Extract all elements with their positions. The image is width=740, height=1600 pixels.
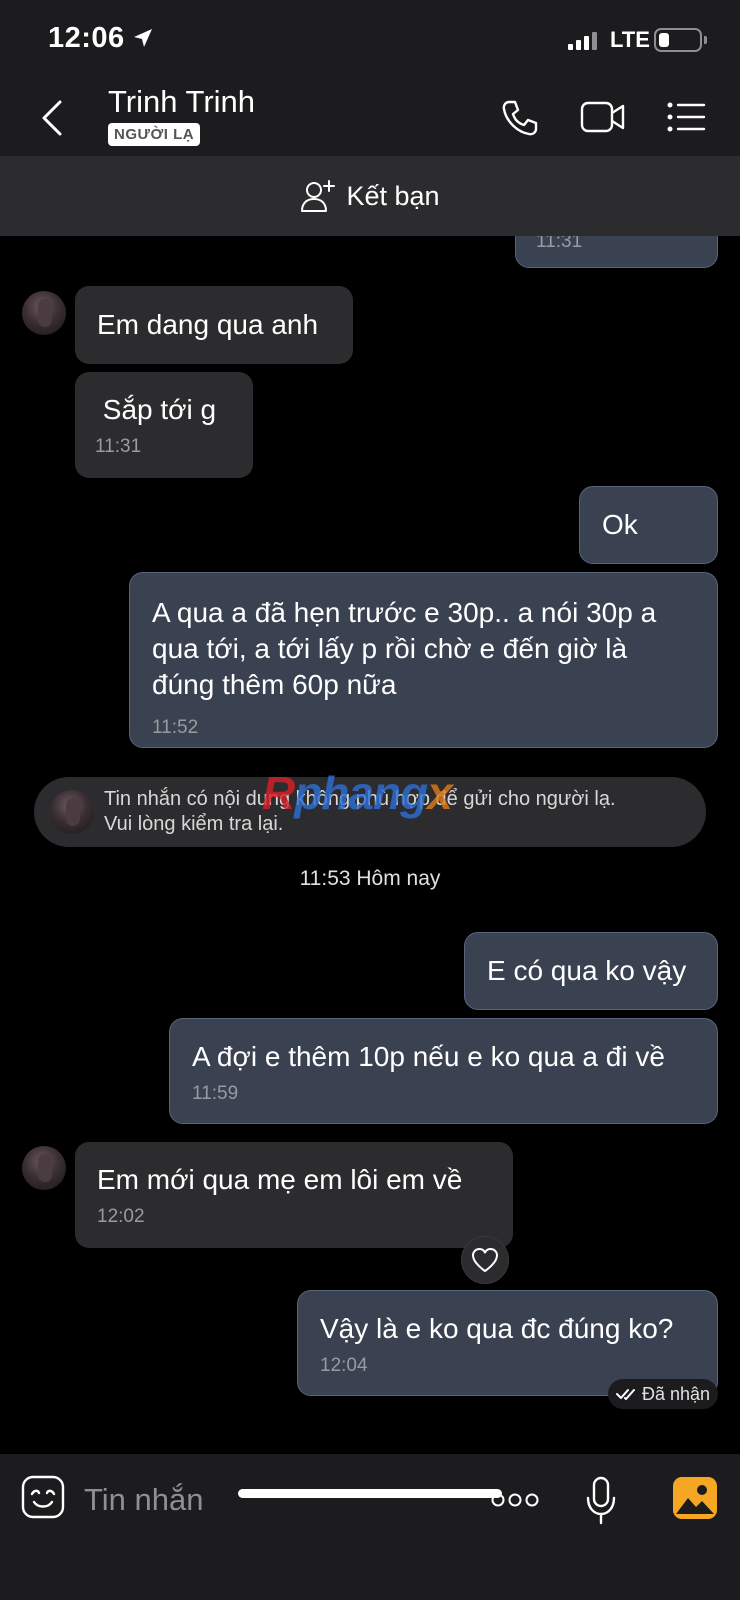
network-label: LTE (610, 27, 650, 52)
message-text: Sắp tới g (95, 394, 217, 425)
avatar (50, 790, 94, 834)
message-bubble[interactable]: Ok (579, 486, 718, 564)
back-icon[interactable] (38, 98, 66, 138)
react-heart-button[interactable] (461, 1236, 509, 1284)
microphone-icon[interactable] (586, 1476, 616, 1526)
message-time: 12:04 (320, 1355, 368, 1376)
status-time: 12:06 (48, 22, 125, 54)
message-composer (0, 1454, 740, 1600)
message-text: E có qua ko vậy (487, 955, 687, 986)
home-indicator[interactable] (238, 1489, 502, 1498)
add-user-icon (301, 180, 336, 212)
message-text: Ok (602, 509, 638, 540)
add-friend-button[interactable]: Kết bạn (0, 156, 740, 236)
video-camera-icon[interactable] (580, 100, 626, 134)
message-text-line: A qua a đã hẹn trước e 30p.. a nói 30p a (152, 597, 657, 628)
message-time: 11:59 (192, 1083, 239, 1104)
message-text: Vậy là e ko qua đc đúng ko? (320, 1313, 674, 1344)
battery-icon (654, 28, 707, 52)
status-bar: 12:06 LTE (0, 0, 740, 80)
add-friend-label: Kết bạn (346, 180, 440, 211)
location-arrow-icon (134, 29, 152, 47)
message-text: A đợi e thêm 10p nếu e ko qua a đi về (192, 1041, 665, 1072)
double-check-icon (616, 1389, 635, 1400)
sticker-icon[interactable] (20, 1474, 66, 1520)
phone-icon[interactable] (500, 98, 540, 138)
message-time: 11:31 (536, 236, 583, 252)
message-text: Em mới qua mẹ em lôi em về (97, 1164, 463, 1195)
watermark-logo: Rphangx (262, 767, 453, 819)
message-bubble[interactable]: A qua a đã hẹn trước e 30p.. a nói 30p a… (129, 572, 718, 748)
message-bubble[interactable]: Sắp tới g 11:31 (75, 372, 253, 478)
message-time: 11:31 (95, 436, 142, 457)
message-list[interactable]: 11:31 Em dang qua anh Sắp tới g 11:31 Ok… (0, 236, 740, 1454)
heart-icon (472, 1248, 498, 1272)
message-text-line: đúng thêm 60p nữa (152, 669, 397, 700)
message-bubble[interactable]: Em mới qua mẹ em lôi em về 12:02 (75, 1142, 513, 1248)
message-bubble[interactable]: Em dang qua anh (75, 286, 353, 364)
message-input[interactable] (84, 1472, 454, 1528)
delivery-status: Đã nhận (608, 1379, 719, 1409)
avatar[interactable] (22, 291, 66, 335)
delivery-status-label: Đã nhận (642, 1383, 711, 1404)
message-time: 11:52 (152, 717, 199, 738)
avatar[interactable] (22, 1146, 66, 1190)
message-text-line: qua tới, a tới lấy p rồi chờ e đến giờ l… (152, 633, 628, 664)
contact-name[interactable]: Trinh Trinh (108, 84, 255, 120)
menu-icon[interactable] (666, 100, 706, 134)
stranger-badge: NGƯỜI LẠ (108, 123, 201, 146)
date-separator: 11:53 Hôm nay (299, 867, 441, 890)
image-icon[interactable] (672, 1476, 718, 1520)
message-bubble[interactable]: 11:31 (515, 236, 718, 268)
chat-header: Trinh Trinh NGƯỜI LẠ (0, 80, 740, 156)
message-text: Em dang qua anh (97, 309, 319, 340)
message-bubble[interactable]: A đợi e thêm 10p nếu e ko qua a đi về 11… (169, 1018, 718, 1124)
message-time: 12:02 (97, 1206, 145, 1227)
signal-icon (568, 30, 597, 50)
message-bubble[interactable]: E có qua ko vậy (464, 932, 718, 1010)
